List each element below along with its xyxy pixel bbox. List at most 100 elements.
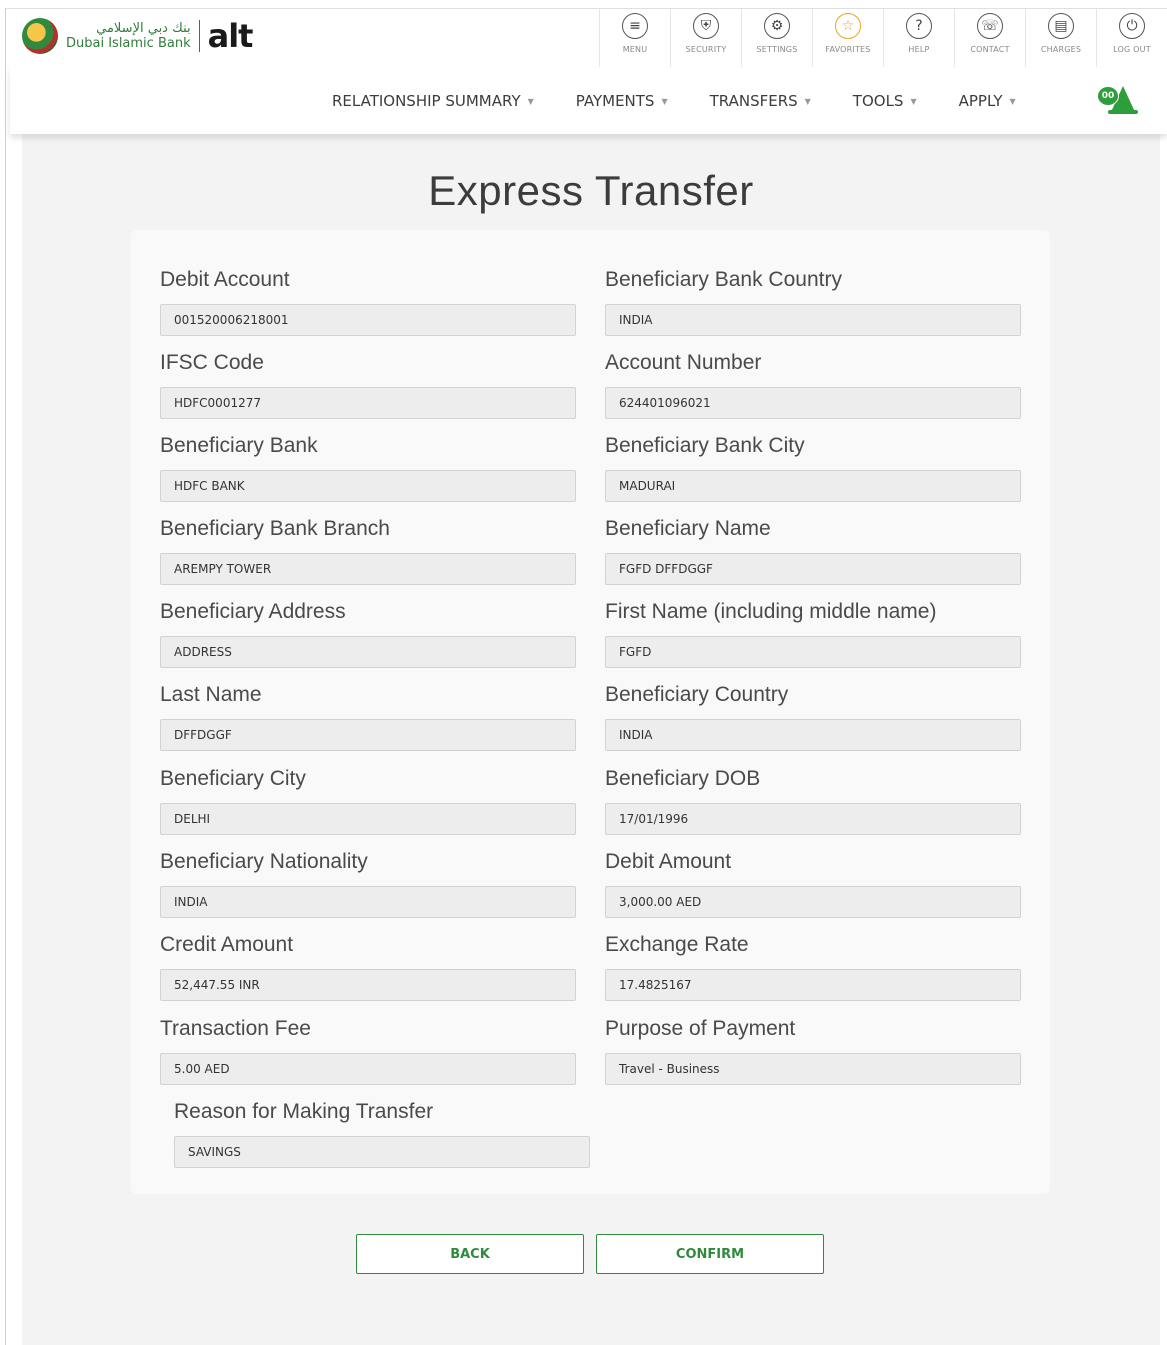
menu-transfers[interactable]: TRANSFERS ▼ <box>710 92 811 110</box>
logout-button[interactable]: ⏻ LOG OUT <box>1096 9 1167 67</box>
security-button[interactable]: ⛨ SECURITY <box>670 9 741 67</box>
field-credit-amount: Credit Amount 52,447.55 INR <box>160 930 576 1001</box>
field-beneficiary-name: Beneficiary Name FGFD DFFDGGF <box>605 514 1021 585</box>
settings-icon: ⚙ <box>764 13 790 39</box>
beneficiary-bank-branch-field[interactable]: AREMPY TOWER <box>160 553 576 585</box>
field-label: Beneficiary Bank <box>160 434 318 457</box>
favorites-icon: ☆ <box>835 13 861 39</box>
debit-account-field[interactable]: 001520006218001 <box>160 304 576 336</box>
field-label: Beneficiary Nationality <box>160 850 368 873</box>
account-number-field[interactable]: 624401096021 <box>605 387 1021 419</box>
field-label: Transaction Fee <box>160 1017 311 1040</box>
beneficiary-dob-field[interactable]: 17/01/1996 <box>605 803 1021 835</box>
purpose-of-payment-field[interactable]: Travel - Business <box>605 1053 1021 1085</box>
favorites-button[interactable]: ☆ FAVORITES <box>812 9 883 67</box>
bank-logo[interactable]: بنك دبي الإسلامي Dubai Islamic Bank alt <box>22 13 253 59</box>
field-label: Beneficiary Address <box>160 600 346 623</box>
transfer-summary-card: Debit Account 001520006218001 Beneficiar… <box>131 230 1050 1194</box>
back-button[interactable]: BACK <box>356 1234 584 1274</box>
menu-label: MENU <box>622 45 648 54</box>
field-beneficiary-country: Beneficiary Country INDIA <box>605 680 1021 751</box>
bell-icon-base <box>1108 110 1138 114</box>
top-header: بنك دبي الإسلامي Dubai Islamic Bank alt … <box>6 9 1167 67</box>
beneficiary-address-field[interactable]: ADDRESS <box>160 636 576 668</box>
notifications-button[interactable]: 00 <box>1097 82 1145 118</box>
field-label: Beneficiary City <box>160 767 306 790</box>
help-button[interactable]: ? HELP <box>883 9 954 67</box>
favorites-label: FAVORITES <box>825 45 871 54</box>
charges-label: CHARGES <box>1040 45 1082 54</box>
notification-count-badge: 00 <box>1097 86 1119 106</box>
menu-payments-label: PAYMENTS <box>575 92 655 110</box>
field-beneficiary-bank: Beneficiary Bank HDFC BANK <box>160 431 576 502</box>
field-label: IFSC Code <box>160 351 264 374</box>
menu-relationship-summary[interactable]: RELATIONSHIP SUMMARY ▼ <box>332 92 534 110</box>
beneficiary-country-field[interactable]: INDIA <box>605 719 1021 751</box>
credit-amount-field[interactable]: 52,447.55 INR <box>160 969 576 1001</box>
field-debit-amount: Debit Amount 3,000.00 AED <box>605 847 1021 918</box>
confirm-button[interactable]: CONFIRM <box>596 1234 824 1274</box>
first-name-field[interactable]: FGFD <box>605 636 1021 668</box>
menu-payments[interactable]: PAYMENTS ▼ <box>576 92 668 110</box>
bank-name-english: Dubai Islamic Bank <box>66 36 191 51</box>
field-reason-for-transfer: Reason for Making Transfer SAVINGS <box>174 1097 590 1168</box>
field-label: Last Name <box>160 683 262 706</box>
field-beneficiary-city: Beneficiary City DELHI <box>160 764 576 835</box>
bank-emblem-icon <box>22 18 58 54</box>
menu-tools-label: TOOLS <box>852 92 904 110</box>
chevron-down-icon: ▼ <box>527 96 534 106</box>
menu-transfers-label: TRANSFERS <box>709 92 798 110</box>
beneficiary-city-field[interactable]: DELHI <box>160 803 576 835</box>
main-menu-bar: RELATIONSHIP SUMMARY ▼ PAYMENTS ▼ TRANSFER… <box>10 68 1167 134</box>
help-label: HELP <box>908 45 930 54</box>
exchange-rate-field[interactable]: 17.4825167 <box>605 969 1021 1001</box>
charges-button[interactable]: ▤ CHARGES <box>1025 9 1096 67</box>
field-label: Beneficiary Bank Country <box>605 268 842 291</box>
beneficiary-bank-country-field[interactable]: INDIA <box>605 304 1021 336</box>
logo-divider <box>198 20 200 52</box>
settings-button[interactable]: ⚙ SETTINGS <box>741 9 812 67</box>
help-icon: ? <box>906 13 932 39</box>
menu-apply[interactable]: APPLY ▼ <box>959 92 1016 110</box>
field-first-name: First Name (including middle name) FGFD <box>605 597 1021 668</box>
field-purpose-of-payment: Purpose of Payment Travel - Business <box>605 1014 1021 1085</box>
main-menu: RELATIONSHIP SUMMARY ▼ PAYMENTS ▼ TRANSFER… <box>332 68 1058 134</box>
logout-icon: ⏻ <box>1119 13 1145 39</box>
field-label: Debit Amount <box>605 850 732 873</box>
field-beneficiary-dob: Beneficiary DOB 17/01/1996 <box>605 764 1021 835</box>
field-label: Reason for Making Transfer <box>174 1100 434 1123</box>
settings-label: SETTINGS <box>756 45 798 54</box>
menu-tools[interactable]: TOOLS ▼ <box>853 92 917 110</box>
menu-button[interactable]: ≡ MENU <box>599 9 670 67</box>
field-beneficiary-bank-branch: Beneficiary Bank Branch AREMPY TOWER <box>160 514 576 585</box>
beneficiary-bank-city-field[interactable]: MADURAI <box>605 470 1021 502</box>
transaction-fee-field[interactable]: 5.00 AED <box>160 1053 576 1085</box>
field-beneficiary-address: Beneficiary Address ADDRESS <box>160 597 576 668</box>
beneficiary-bank-field[interactable]: HDFC BANK <box>160 470 576 502</box>
chevron-down-icon: ▼ <box>910 96 917 106</box>
ifsc-code-field[interactable]: HDFC0001277 <box>160 387 576 419</box>
field-label: First Name (including middle name) <box>605 600 937 623</box>
field-beneficiary-nationality: Beneficiary Nationality INDIA <box>160 847 576 918</box>
contact-label: CONTACT <box>970 45 1010 54</box>
page-title: Express Transfer <box>428 167 754 214</box>
chevron-down-icon: ▼ <box>1009 96 1016 106</box>
field-label: Account Number <box>605 351 762 374</box>
field-label: Purpose of Payment <box>605 1017 796 1040</box>
menu-icon: ≡ <box>622 13 648 39</box>
beneficiary-nationality-field[interactable]: INDIA <box>160 886 576 918</box>
last-name-field[interactable]: DFFDGGF <box>160 719 576 751</box>
bank-name: بنك دبي الإسلامي Dubai Islamic Bank <box>66 21 191 51</box>
bank-name-arabic: بنك دبي الإسلامي <box>96 21 191 36</box>
field-label: Beneficiary Name <box>605 517 771 540</box>
beneficiary-name-field[interactable]: FGFD DFFDGGF <box>605 553 1021 585</box>
field-label: Beneficiary Bank City <box>605 434 805 457</box>
charges-icon: ▤ <box>1048 13 1074 39</box>
debit-amount-field[interactable]: 3,000.00 AED <box>605 886 1021 918</box>
field-account-number: Account Number 624401096021 <box>605 348 1021 419</box>
reason-for-transfer-field[interactable]: SAVINGS <box>174 1136 590 1168</box>
field-label: Beneficiary DOB <box>605 767 761 790</box>
contact-button[interactable]: ☏ CONTACT <box>954 9 1025 67</box>
logout-label: LOG OUT <box>1113 45 1151 54</box>
main-content: Express Transfer Debit Account 001520006… <box>22 134 1160 1345</box>
